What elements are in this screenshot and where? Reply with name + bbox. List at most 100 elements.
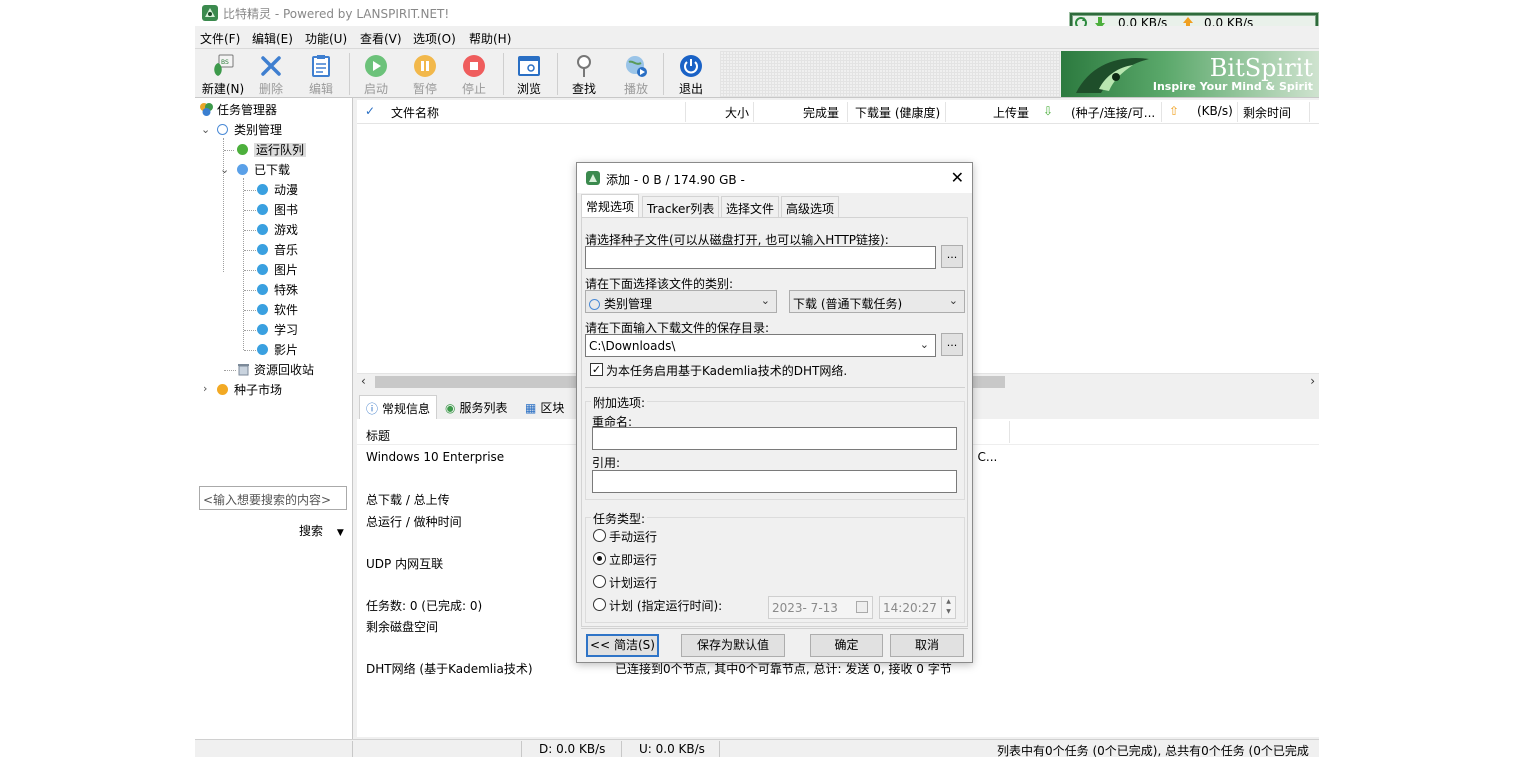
menu-file[interactable]: 文件(F)	[200, 30, 240, 47]
tree-sub-6[interactable]: 软件	[257, 301, 298, 319]
schedule-date-value: 2023- 7-13	[772, 601, 838, 615]
tab-blocks[interactable]: ▦ 区块	[519, 395, 570, 419]
search-button[interactable]: 搜索 ▼	[299, 522, 344, 539]
browse-button[interactable]: 浏览	[503, 51, 555, 97]
cancel-button[interactable]: 取消	[890, 634, 964, 657]
tree-item-category[interactable]: 类别管理	[217, 121, 282, 139]
info-total-dl-ul: 总下载 / 总上传	[366, 493, 450, 507]
quote-label: 引用:	[592, 456, 621, 470]
radio-manual-run[interactable]	[593, 529, 606, 542]
tab-general-info-label: 常规信息	[382, 402, 431, 416]
radio-run-now[interactable]	[593, 552, 606, 565]
edit-button[interactable]: 编辑	[295, 51, 347, 97]
tree-sub-7[interactable]: 学习	[257, 321, 298, 339]
chevron-down-icon[interactable]: ⌄	[201, 123, 210, 136]
col-name[interactable]: 文件名称	[391, 104, 439, 121]
find-button[interactable]: 查找	[558, 51, 610, 97]
col-downloaded[interactable]: 下载量 (健康度)	[855, 104, 940, 121]
close-icon[interactable]: ✕	[951, 168, 964, 187]
tree-sub-2[interactable]: 游戏	[257, 221, 298, 239]
tree-item-torrent-market[interactable]: 种子市场	[217, 381, 282, 399]
torrent-file-input[interactable]	[585, 246, 936, 269]
delete-button[interactable]: 删除	[245, 51, 297, 97]
radio-manual-run-label: 手动运行	[609, 530, 658, 544]
menu-function[interactable]: 功能(U)	[305, 30, 347, 47]
menu-options[interactable]: 选项(O)	[413, 30, 456, 47]
task-list-header: ✓ 文件名称 大小 完成量 下载量 (健康度) 上传量 ⇩ (种子/连接/可..…	[357, 100, 1319, 124]
tree-sub-3[interactable]: 音乐	[257, 241, 298, 259]
new-button[interactable]: BS 新建(N)	[197, 51, 249, 97]
save-dir-input[interactable]: C:\Downloads\ ⌄	[585, 334, 936, 357]
stop-button[interactable]: 停止	[448, 51, 500, 97]
tree-item-running-queue[interactable]: 运行队列	[237, 141, 307, 159]
schedule-date-input[interactable]: 2023- 7-13	[768, 596, 873, 619]
schedule-time-input[interactable]: 14:20:27 ▲ ▼	[879, 596, 956, 619]
menu-edit[interactable]: 编辑(E)	[252, 30, 293, 47]
dht-checkbox[interactable]: ✓	[590, 363, 603, 376]
time-spinner[interactable]: ▲ ▼	[941, 597, 955, 618]
col-completed[interactable]: 完成量	[803, 104, 839, 121]
save-dir-browse-button[interactable]: ...	[941, 333, 963, 356]
tab-advanced-options[interactable]: 高级选项	[781, 196, 840, 217]
col-kbs[interactable]: (KB/s)	[1197, 104, 1233, 118]
scroll-left-icon[interactable]: ‹	[361, 374, 366, 388]
start-button[interactable]: 启动	[350, 51, 402, 97]
quote-input[interactable]	[592, 470, 957, 493]
tree-sub-1[interactable]: 图书	[257, 201, 298, 219]
menu-help[interactable]: 帮助(H)	[469, 30, 511, 47]
edit-label: 编辑	[308, 82, 333, 96]
tree-root-task-manager[interactable]: 任务管理器	[199, 101, 277, 119]
tree-item-recycle-bin[interactable]: 资源回收站	[237, 361, 314, 379]
tab-blocks-label: 区块	[540, 401, 565, 415]
play-label: 播放	[623, 82, 648, 96]
chevron-down-icon[interactable]: ⌄	[920, 338, 929, 351]
calendar-icon[interactable]	[856, 601, 868, 613]
rename-input[interactable]	[592, 427, 957, 450]
search-button-label: 搜索	[299, 524, 324, 538]
subcategory-dot-icon	[257, 324, 268, 335]
radio-plan-time[interactable]	[593, 598, 606, 611]
col-size[interactable]: 大小	[725, 104, 749, 121]
category-select[interactable]: 类别管理 ⌄	[585, 290, 777, 313]
tab-general-options[interactable]: 常规选项	[581, 194, 640, 218]
task-type-select[interactable]: 下载 (普通下载任务) ⌄	[789, 290, 965, 313]
banner-subtitle: Inspire Your Mind & Spirit	[1152, 80, 1313, 93]
radio-scheduled-run[interactable]	[593, 575, 606, 588]
torrent-browse-button[interactable]: ...	[941, 245, 963, 268]
chevron-right-icon[interactable]: ›	[203, 382, 207, 395]
menu-view[interactable]: 查看(V)	[360, 30, 402, 47]
task-manager-icon	[200, 103, 213, 116]
info-udp: UDP 内网互联	[366, 557, 444, 571]
save-dir-value: C:\Downloads\	[589, 339, 676, 353]
simple-mode-button[interactable]: << 简洁(S)	[586, 634, 659, 657]
chevron-down-icon: ⌄	[760, 294, 770, 307]
ok-button[interactable]: 确定	[810, 634, 883, 657]
info-disk: 剩余磁盘空间	[366, 620, 439, 634]
globe-play-icon	[626, 56, 647, 77]
stop-circle-icon	[463, 55, 485, 77]
search-input[interactable]: <输入想要搜索的内容>	[199, 486, 347, 510]
col-remaining[interactable]: 剩余时间	[1243, 104, 1291, 121]
scroll-right-icon[interactable]: ›	[1310, 374, 1315, 388]
tree-sub-8[interactable]: 影片	[257, 341, 298, 359]
tab-tracker-list[interactable]: Tracker列表	[642, 196, 720, 217]
tree-item-downloaded[interactable]: 已下载	[237, 161, 290, 179]
pause-button[interactable]: 暂停	[399, 51, 451, 97]
menu-bar: 文件(F) 编辑(E) 功能(U) 查看(V) 选项(O) 帮助(H)	[195, 26, 1319, 48]
status-summary: 列表中有0个任务 (0个已完成), 总共有0个任务 (0个已完成	[997, 744, 1309, 757]
col-uploaded[interactable]: 上传量	[993, 104, 1029, 121]
col-peers[interactable]: (种子/连接/可...	[1071, 104, 1155, 121]
save-default-button[interactable]: 保存为默认值	[681, 634, 785, 657]
tab-select-files[interactable]: 选择文件	[721, 196, 780, 217]
tree-sub-4[interactable]: 图片	[257, 261, 298, 279]
play-button[interactable]: 播放	[610, 51, 662, 97]
browse-label: 浏览	[516, 82, 541, 96]
checkmark-icon[interactable]: ✓	[365, 104, 375, 118]
chevron-down-icon[interactable]: ⌄	[220, 163, 229, 176]
exit-button[interactable]: 退出	[665, 51, 717, 97]
tab-service-list[interactable]: ◉ 服务列表	[439, 395, 514, 419]
toolbar-fill	[720, 51, 1060, 97]
tab-general-info[interactable]: ⓘ 常规信息	[359, 395, 438, 419]
tree-sub-0[interactable]: 动漫	[257, 181, 298, 199]
tree-sub-5[interactable]: 特殊	[257, 281, 298, 299]
